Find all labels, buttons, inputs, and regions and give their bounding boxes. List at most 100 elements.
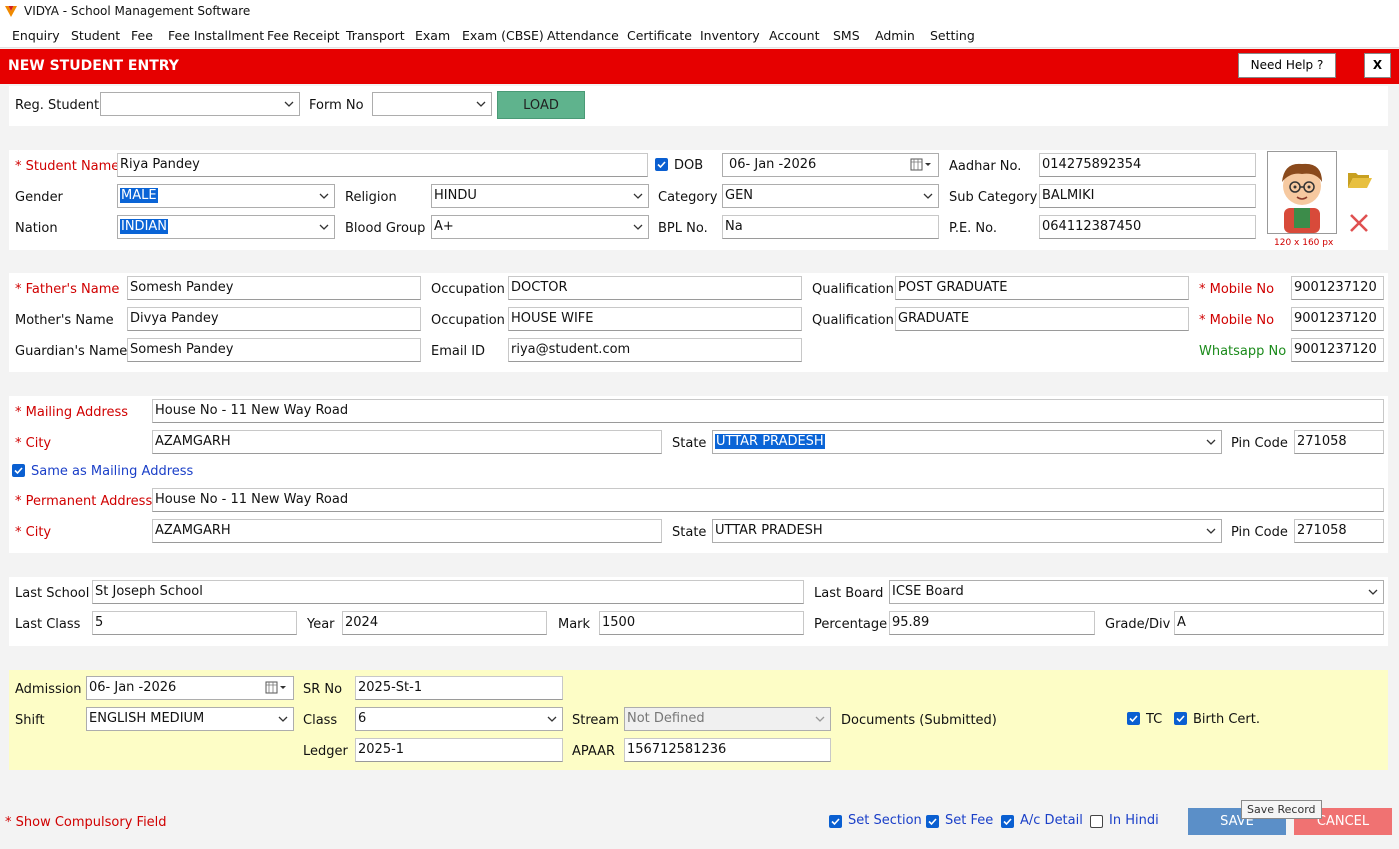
previous-school-panel: Last School St Joseph School Last Board … [9,577,1388,646]
reg-student-select[interactable] [100,92,300,116]
ledger-label: Ledger [303,744,348,759]
class-select[interactable]: 6 [355,707,563,731]
ac-detail-label[interactable]: A/c Detail [1020,813,1083,828]
apaar-field[interactable]: 156712581236 [624,738,831,762]
in-hindi-label[interactable]: In Hindi [1109,813,1159,828]
mailing-state-select[interactable]: UTTAR PRADESH [712,430,1222,454]
birth-cert-checkbox[interactable] [1174,712,1187,725]
tc-label: TC [1146,712,1163,727]
set-section-checkbox[interactable] [829,815,842,828]
father-occupation-label: Occupation [431,282,505,297]
ac-detail-checkbox[interactable] [1001,815,1014,828]
remove-photo-icon[interactable] [1348,212,1370,234]
permanent-pin-label: Pin Code [1231,525,1288,540]
close-button[interactable]: X [1364,53,1391,78]
mother-qualification-field[interactable]: GRADUATE [895,307,1189,331]
menu-certificate[interactable]: Certificate [627,28,692,43]
birth-cert-label: Birth Cert. [1193,712,1260,727]
student-name-field[interactable]: Riya Pandey [117,153,648,177]
menu-transport[interactable]: Transport [346,28,405,43]
menu-exam-cbse[interactable]: Exam (CBSE) [462,28,544,43]
permanent-city-field[interactable]: AZAMGARH [152,519,662,543]
nation-select[interactable]: INDIAN [117,215,335,239]
title-bar: VIDYA - School Management Software [0,0,1399,23]
menu-enquiry[interactable]: Enquiry [12,28,60,43]
menu-fee-receipt[interactable]: Fee Receipt [267,28,340,43]
load-button[interactable]: LOAD [497,91,585,119]
percentage-label: Percentage [814,617,888,632]
dob-date-picker[interactable]: 06- Jan -2026 [722,153,939,177]
whatsapp-field[interactable]: 9001237120 [1291,338,1384,362]
bpl-field[interactable]: Na [722,215,939,239]
same-address-label[interactable]: Same as Mailing Address [31,464,193,479]
set-section-label[interactable]: Set Section [848,813,922,828]
pe-no-field[interactable]: 064112387450 [1039,215,1256,239]
page-title: NEW STUDENT ENTRY [8,58,179,74]
compulsory-field-toggle[interactable]: * Show Compulsory Field [5,815,167,830]
father-occupation-field[interactable]: DOCTOR [508,276,802,300]
in-hindi-checkbox[interactable] [1090,815,1103,828]
category-label: Category [658,190,718,205]
mailing-city-field[interactable]: AZAMGARH [152,430,662,454]
blood-group-select[interactable]: A+ [431,215,649,239]
menu-attendance[interactable]: Attendance [547,28,619,43]
whatsapp-label: Whatsapp No [1199,344,1287,359]
form-no-label: Form No [309,98,364,113]
permanent-pin-field[interactable]: 271058 [1294,519,1384,543]
mailing-address-field[interactable]: House No - 11 New Way Road [152,399,1384,423]
email-field[interactable]: riya@student.com [508,338,802,362]
sr-no-label: SR No [303,682,343,697]
stream-select[interactable]: Not Defined [624,707,831,731]
percentage-field[interactable]: 95.89 [889,611,1095,635]
last-school-field[interactable]: St Joseph School [92,580,804,604]
gender-select[interactable]: MALE [117,184,335,208]
permanent-address-field[interactable]: House No - 11 New Way Road [152,488,1384,512]
sr-no-field[interactable]: 2025-St-1 [355,676,563,700]
mark-field[interactable]: 1500 [599,611,804,635]
admission-date-picker[interactable]: 06- Jan -2026 [86,676,294,700]
guardian-name-field[interactable]: Somesh Pandey [127,338,421,362]
mother-occupation-field[interactable]: HOUSE WIFE [508,307,802,331]
mother-mobile-field[interactable]: 9001237120 [1291,307,1384,331]
tc-checkbox[interactable] [1127,712,1140,725]
father-mobile-field[interactable]: 9001237120 [1291,276,1384,300]
religion-select[interactable]: HINDU [431,184,649,208]
year-field[interactable]: 2024 [342,611,547,635]
form-no-select[interactable] [372,92,492,116]
menu-inventory[interactable]: Inventory [700,28,760,43]
need-help-button[interactable]: Need Help ? [1238,53,1336,78]
permanent-state-select[interactable]: UTTAR PRADESH [712,519,1222,543]
father-name-field[interactable]: Somesh Pandey [127,276,421,300]
menu-admin[interactable]: Admin [875,28,915,43]
student-photo[interactable] [1267,151,1337,234]
menu-account[interactable]: Account [769,28,819,43]
menu-student[interactable]: Student [71,28,120,43]
stream-label: Stream [572,713,620,728]
permanent-state-label: State [672,525,707,540]
same-address-checkbox[interactable] [12,464,25,477]
last-board-select[interactable]: ICSE Board [889,580,1384,604]
ledger-field[interactable]: 2025-1 [355,738,563,762]
aadhar-field[interactable]: 014275892354 [1039,153,1256,177]
set-fee-checkbox[interactable] [926,815,939,828]
set-fee-label[interactable]: Set Fee [945,813,993,828]
grade-field[interactable]: A [1174,611,1384,635]
menu-fee[interactable]: Fee [131,28,153,43]
menu-exam[interactable]: Exam [415,28,450,43]
father-qualification-field[interactable]: POST GRADUATE [895,276,1189,300]
chevron-down-icon [633,224,643,230]
folder-open-icon[interactable] [1347,170,1373,190]
year-label: Year [307,617,335,632]
mailing-pin-field[interactable]: 271058 [1294,430,1384,454]
last-class-field[interactable]: 5 [92,611,297,635]
shift-select[interactable]: ENGLISH MEDIUM [86,707,294,731]
menu-sms[interactable]: SMS [833,28,860,43]
save-tooltip: Save Record [1241,800,1322,819]
sub-category-field[interactable]: BALMIKI [1039,184,1256,208]
category-select[interactable]: GEN [722,184,939,208]
pe-no-label: P.E. No. [949,221,998,236]
menu-fee-installment[interactable]: Fee Installment [168,28,264,43]
dob-checkbox[interactable] [655,158,668,171]
menu-setting[interactable]: Setting [930,28,975,43]
mother-name-field[interactable]: Divya Pandey [127,307,421,331]
